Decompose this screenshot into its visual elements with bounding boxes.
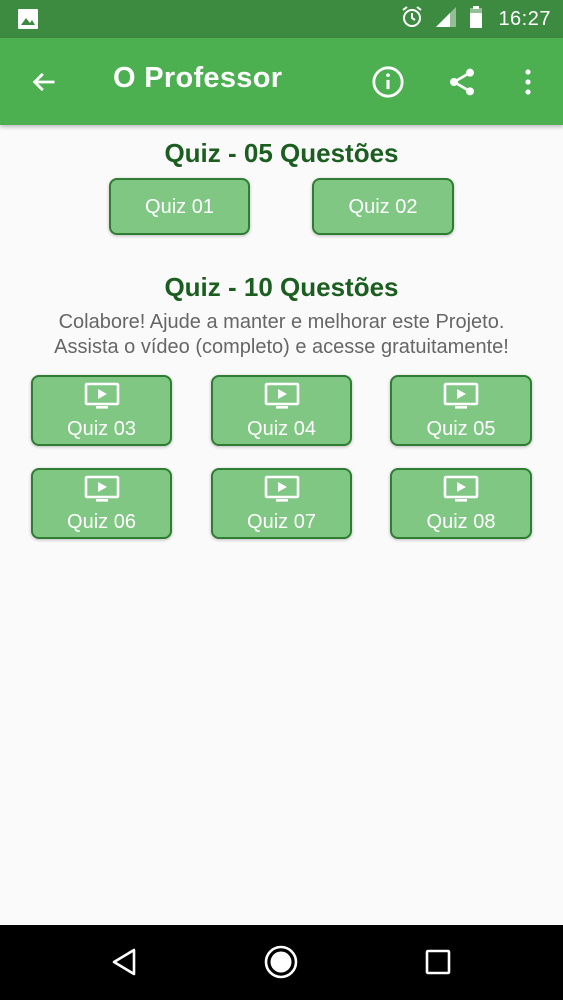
button-label: Quiz 06 bbox=[67, 510, 136, 533]
video-icon bbox=[264, 475, 300, 509]
nav-back-icon[interactable] bbox=[105, 942, 145, 982]
quiz-02-button[interactable]: Quiz 02 bbox=[312, 178, 454, 235]
battery-icon bbox=[468, 5, 484, 34]
section-title-10: Quiz - 10 Questões bbox=[164, 272, 399, 302]
info-icon[interactable] bbox=[369, 63, 407, 101]
subtitle-line-1: Colabore! Ajude a manter e melhorar este… bbox=[58, 311, 505, 333]
signal-icon bbox=[434, 5, 458, 34]
share-icon[interactable] bbox=[443, 63, 481, 101]
button-label: Quiz 07 bbox=[247, 510, 316, 533]
alarm-icon bbox=[400, 5, 424, 34]
image-icon bbox=[17, 8, 39, 35]
button-label: Quiz 02 bbox=[348, 195, 418, 218]
nav-home-icon[interactable] bbox=[261, 942, 301, 982]
app-title: O Professor bbox=[113, 62, 283, 94]
button-label: Quiz 01 bbox=[145, 195, 214, 218]
app-bar: O Professor bbox=[0, 38, 563, 125]
quiz-01-button[interactable]: Quiz 01 bbox=[109, 178, 250, 235]
button-label: Quiz 08 bbox=[426, 510, 496, 533]
quiz-08-button[interactable]: Quiz 08 bbox=[390, 468, 532, 539]
more-vert-icon[interactable] bbox=[509, 63, 547, 101]
video-icon bbox=[443, 475, 479, 509]
subtitle-line-2: Assista o vídeo (completo) e acesse grat… bbox=[54, 336, 509, 358]
quiz-04-button[interactable]: Quiz 04 bbox=[211, 375, 352, 446]
nav-recents-icon[interactable] bbox=[418, 942, 458, 982]
quiz-list: Quiz - 05 Questões Quiz 01 Quiz 02 Quiz … bbox=[0, 125, 563, 925]
button-label: Quiz 04 bbox=[247, 417, 316, 440]
button-label: Quiz 05 bbox=[426, 417, 496, 440]
status-bar: 16:27 bbox=[0, 0, 563, 38]
section-title-05: Quiz - 05 Questões bbox=[164, 138, 399, 168]
video-icon bbox=[84, 475, 120, 509]
video-icon bbox=[443, 382, 479, 416]
quiz-05-button[interactable]: Quiz 05 bbox=[390, 375, 532, 446]
quiz-07-button[interactable]: Quiz 07 bbox=[211, 468, 352, 539]
video-icon bbox=[264, 382, 300, 416]
back-arrow-icon[interactable] bbox=[26, 64, 62, 100]
button-label: Quiz 03 bbox=[67, 417, 136, 440]
quiz-03-button[interactable]: Quiz 03 bbox=[31, 375, 172, 446]
video-icon bbox=[84, 382, 120, 416]
system-nav-bar bbox=[0, 925, 563, 1000]
quiz-06-button[interactable]: Quiz 06 bbox=[31, 468, 172, 539]
clock-time: 16:27 bbox=[498, 7, 551, 30]
